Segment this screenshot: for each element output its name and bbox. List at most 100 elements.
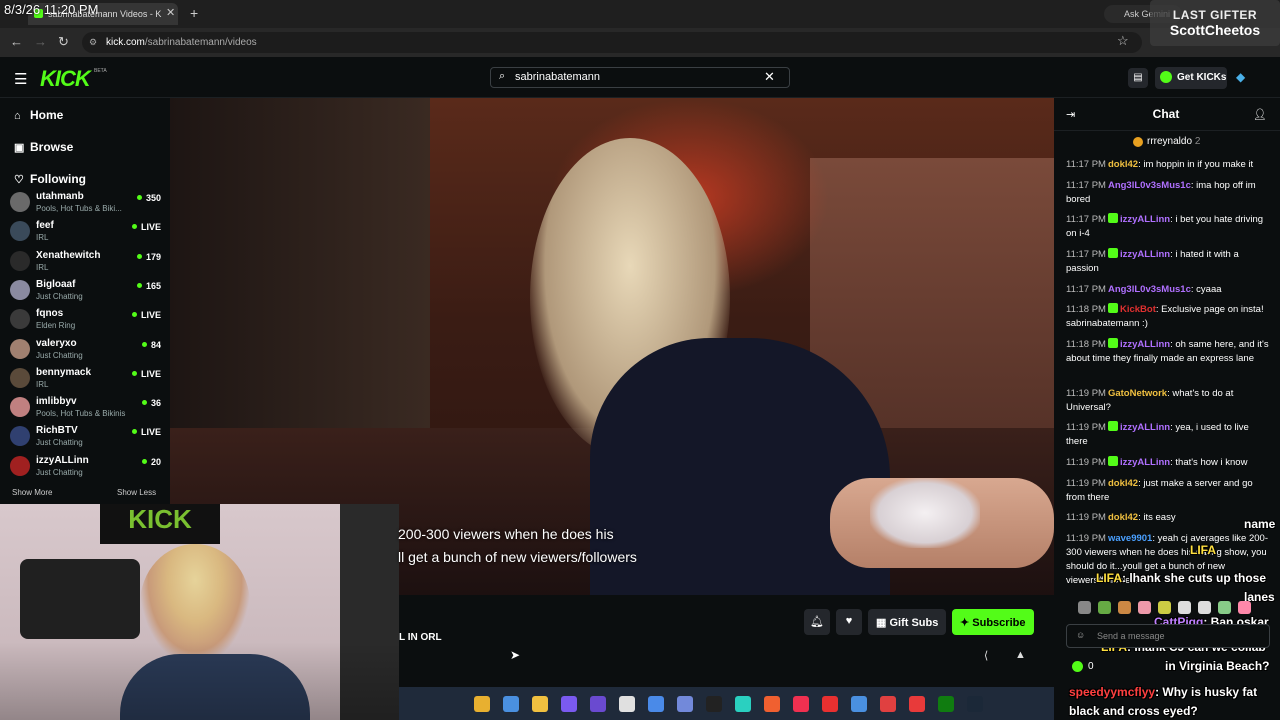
sidebar-channel-1[interactable]: feef IRL LIVE: [10, 219, 165, 248]
tab-close-icon[interactable]: ✕: [166, 6, 175, 19]
sidebar-channel-6[interactable]: bennymack IRL LIVE: [10, 366, 165, 395]
mouse-cursor-icon: ➤: [510, 648, 521, 662]
emote-icon[interactable]: [1098, 601, 1111, 614]
show-more-button[interactable]: Show More: [12, 488, 52, 497]
site-info-icon[interactable]: ⚙: [89, 37, 97, 48]
clear-search-icon[interactable]: ✕: [764, 69, 775, 85]
overlay-chat-user: LIFA: [1096, 571, 1122, 585]
emote-icon[interactable]: [1218, 601, 1231, 614]
share-icon[interactable]: ⟨: [984, 649, 988, 662]
chat-username[interactable]: Ang3lL0v3sMus1c: [1108, 284, 1191, 295]
chat-message: 11:19 PM dokl42: its easy: [1066, 512, 1176, 523]
overlay-chat-user: speedyymcflyy: [1069, 685, 1156, 699]
collapse-chat-icon[interactable]: ⇥: [1066, 108, 1075, 121]
taskbar-app-icon[interactable]: [851, 696, 867, 712]
pinned-gifter[interactable]: rrreynaldo 2: [1134, 136, 1200, 147]
chat-username[interactable]: izzyALLinn: [1120, 249, 1170, 260]
bookmark-star-icon[interactable]: ☆: [1117, 33, 1129, 49]
emote-icon[interactable]: [1178, 601, 1191, 614]
follow-button[interactable]: ♥: [836, 609, 862, 635]
taskbar-app-icon[interactable]: [677, 696, 693, 712]
chat-message-input[interactable]: Send a message: [1066, 624, 1270, 648]
sidebar-channel-4[interactable]: fqnos Elden Ring LIVE: [10, 307, 165, 336]
chat-username[interactable]: KickBot: [1120, 304, 1156, 315]
kicks-icon: [1072, 661, 1083, 672]
gift-subs-button[interactable]: ▦ Gift Subs: [868, 609, 946, 635]
layout-icon[interactable]: ▤: [1128, 68, 1148, 88]
taskbar-app-icon[interactable]: [474, 696, 490, 712]
sidebar-channel-7[interactable]: imlibbyv Pools, Hot Tubs & Bikinis 36: [10, 395, 165, 424]
emote-icon[interactable]: [1158, 601, 1171, 614]
emoji-icon[interactable]: ☺: [1076, 630, 1085, 640]
chat-timestamp: 11:19 PM: [1066, 512, 1106, 523]
taskbar-app-icon[interactable]: [764, 696, 780, 712]
emote-icon[interactable]: [1138, 601, 1151, 614]
channel-category: Pools, Hot Tubs & Bikinis: [36, 409, 126, 419]
channel-name: valeryxo: [36, 337, 77, 349]
reload-icon[interactable]: ↻: [58, 34, 69, 50]
taskbar-app-icon[interactable]: [880, 696, 896, 712]
show-less-button[interactable]: Show Less: [117, 488, 156, 497]
chat-title: Chat: [1152, 107, 1180, 121]
taskbar-app-icon[interactable]: [648, 696, 664, 712]
taskbar-app-icon[interactable]: [735, 696, 751, 712]
chat-users-icon[interactable]: 👤︎: [1253, 108, 1267, 121]
sidebar-channel-2[interactable]: Xenathewitch IRL 179: [10, 249, 165, 278]
taskbar-app-icon[interactable]: [822, 696, 838, 712]
back-icon[interactable]: ←: [10, 34, 23, 49]
chat-username[interactable]: dokl42: [1108, 478, 1138, 489]
new-tab-button[interactable]: +: [190, 5, 198, 21]
channel-avatar: [10, 250, 30, 271]
chat-username[interactable]: GatoNetwork: [1108, 388, 1167, 399]
notification-bell-button[interactable]: 🔔︎: [804, 609, 830, 635]
taskbar-app-icon[interactable]: [967, 696, 983, 712]
taskbar-app-icon[interactable]: [909, 696, 925, 712]
sidebar-item-home[interactable]: ⌂ Home: [14, 108, 63, 122]
sidebar-channel-5[interactable]: valeryxo Just Chatting 84: [10, 337, 165, 366]
subscribe-button[interactable]: ✦ Subscribe: [952, 609, 1034, 635]
stream-clock: 8/3/26 11:20 PM: [4, 2, 99, 17]
forward-icon[interactable]: →: [34, 34, 47, 49]
taskbar-app-icon[interactable]: [590, 696, 606, 712]
taskbar-app-icon[interactable]: [561, 696, 577, 712]
sidebar-item-label: Home: [30, 108, 64, 122]
chat-badge-icon: [1107, 303, 1118, 313]
overlay-chat-text: : Why is husky fat: [1155, 685, 1258, 699]
chat-username[interactable]: izzyALLinn: [1120, 339, 1170, 350]
channel-name: Xenathewitch: [36, 249, 101, 261]
sidebar-channel-3[interactable]: Bigloaaf Just Chatting 165: [10, 278, 165, 307]
kick-logo[interactable]: KICK: [40, 66, 91, 92]
overlay-chat-text: black and cross eyed?: [1069, 704, 1198, 718]
taskbar-app-icon[interactable]: [793, 696, 809, 712]
report-icon[interactable]: ▲: [1015, 649, 1026, 661]
chat-username[interactable]: wave9901: [1108, 533, 1152, 544]
emote-icon[interactable]: [1118, 601, 1131, 614]
taskbar-app-icon[interactable]: [706, 696, 722, 712]
channel-status: 36: [141, 398, 161, 408]
sidebar-channel-0[interactable]: utahmanb Pools, Hot Tubs & Biki... 350: [10, 190, 165, 219]
sidebar-item-following[interactable]: ♡ Following: [14, 172, 86, 186]
channel-status-value: 20: [150, 456, 161, 467]
chat-username[interactable]: Ang3lL0v3sMus1c: [1108, 180, 1191, 191]
menu-icon[interactable]: ☰: [14, 70, 27, 88]
sidebar-channel-8[interactable]: RichBTV Just Chatting LIVE: [10, 424, 165, 453]
search-input[interactable]: sabrinabatemann: [490, 67, 790, 88]
sidebar-channel-9[interactable]: izzyALLinn Just Chatting 20: [10, 454, 165, 483]
chat-username[interactable]: izzyALLinn: [1120, 214, 1170, 225]
channel-status: LIVE: [131, 310, 161, 320]
user-avatar[interactable]: ◆: [1236, 70, 1245, 84]
taskbar-app-icon[interactable]: [619, 696, 635, 712]
channel-status-value: LIVE: [140, 368, 161, 379]
emote-icon[interactable]: [1078, 601, 1091, 614]
emote-icon[interactable]: [1238, 601, 1251, 614]
chat-username[interactable]: izzyALLinn: [1120, 422, 1170, 433]
taskbar-app-icon[interactable]: [938, 696, 954, 712]
chat-username[interactable]: izzyALLinn: [1120, 457, 1170, 468]
sidebar-item-browse[interactable]: ▣ Browse: [14, 140, 73, 154]
url-input[interactable]: kick.com/sabrinabatemann/videos: [82, 32, 1142, 53]
taskbar-app-icon[interactable]: [532, 696, 548, 712]
chat-username[interactable]: dokl42: [1108, 512, 1138, 523]
chat-username[interactable]: dokl42: [1108, 159, 1138, 170]
taskbar-app-icon[interactable]: [503, 696, 519, 712]
emote-icon[interactable]: [1198, 601, 1211, 614]
